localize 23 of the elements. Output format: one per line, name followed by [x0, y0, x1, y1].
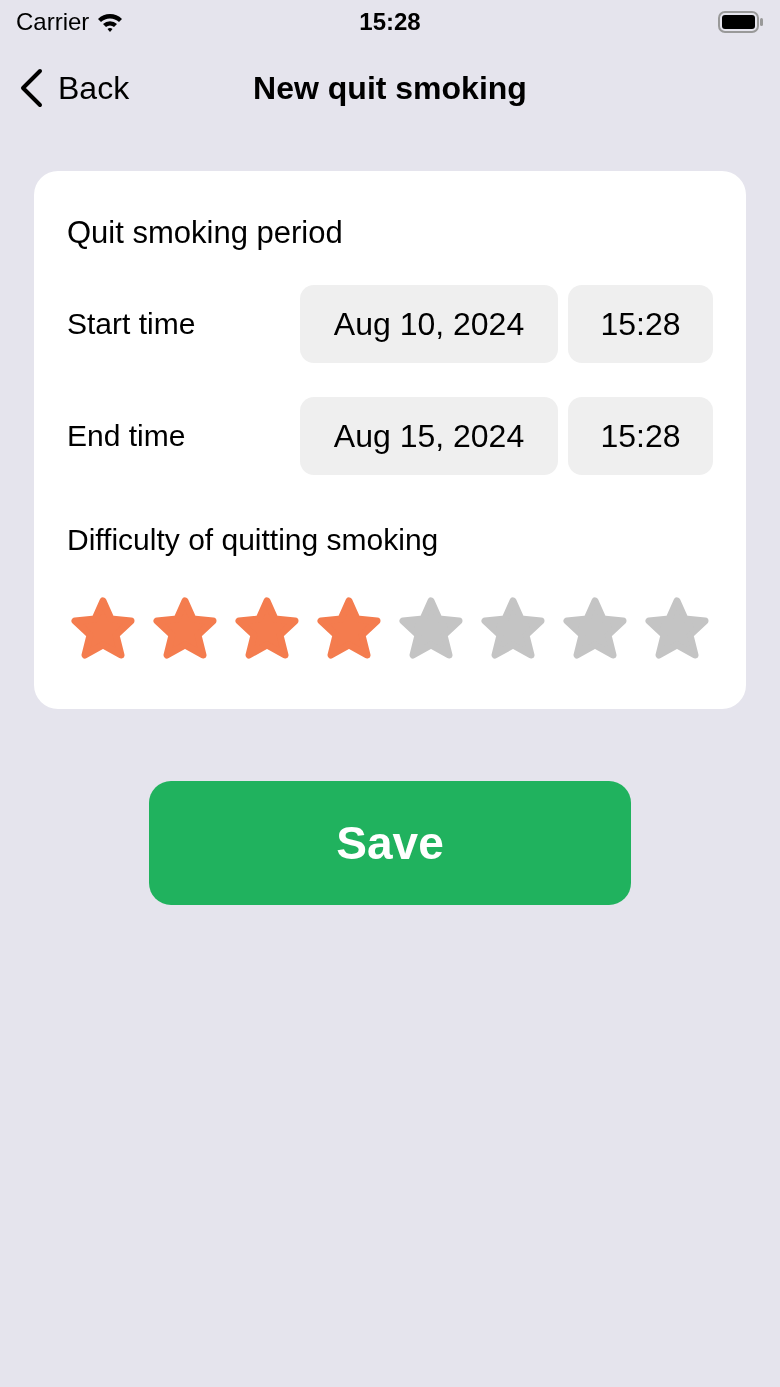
field-label: Start time [67, 307, 197, 341]
time-picker[interactable]: 15:28 [568, 285, 713, 363]
star-icon[interactable] [71, 597, 135, 659]
carrier-name: Carrier [16, 8, 90, 36]
star-icon[interactable] [153, 597, 217, 659]
screen-title: New quit smoking [253, 69, 527, 107]
star-icon[interactable] [317, 597, 381, 659]
date-picker[interactable]: Aug 10, 2024 [300, 285, 558, 363]
star-icon[interactable] [481, 597, 545, 659]
battery-icon [718, 11, 764, 33]
star-icon[interactable] [235, 597, 299, 659]
date-picker[interactable]: Aug 15, 2024 [300, 397, 558, 475]
status-time: 15:28 [359, 8, 421, 36]
section-title: Quit smoking period [67, 215, 344, 251]
chevron-left-icon [18, 68, 44, 108]
back-button[interactable]: Back [0, 68, 130, 108]
time-picker[interactable]: 15:28 [568, 397, 713, 475]
star-icon[interactable] [563, 597, 627, 659]
difficulty-label: Difficulty of quitting smoking [67, 523, 440, 557]
star-icon[interactable] [645, 597, 709, 659]
star-icon[interactable] [399, 597, 463, 659]
field-label: End time [67, 419, 187, 453]
wifi-icon [97, 12, 124, 32]
